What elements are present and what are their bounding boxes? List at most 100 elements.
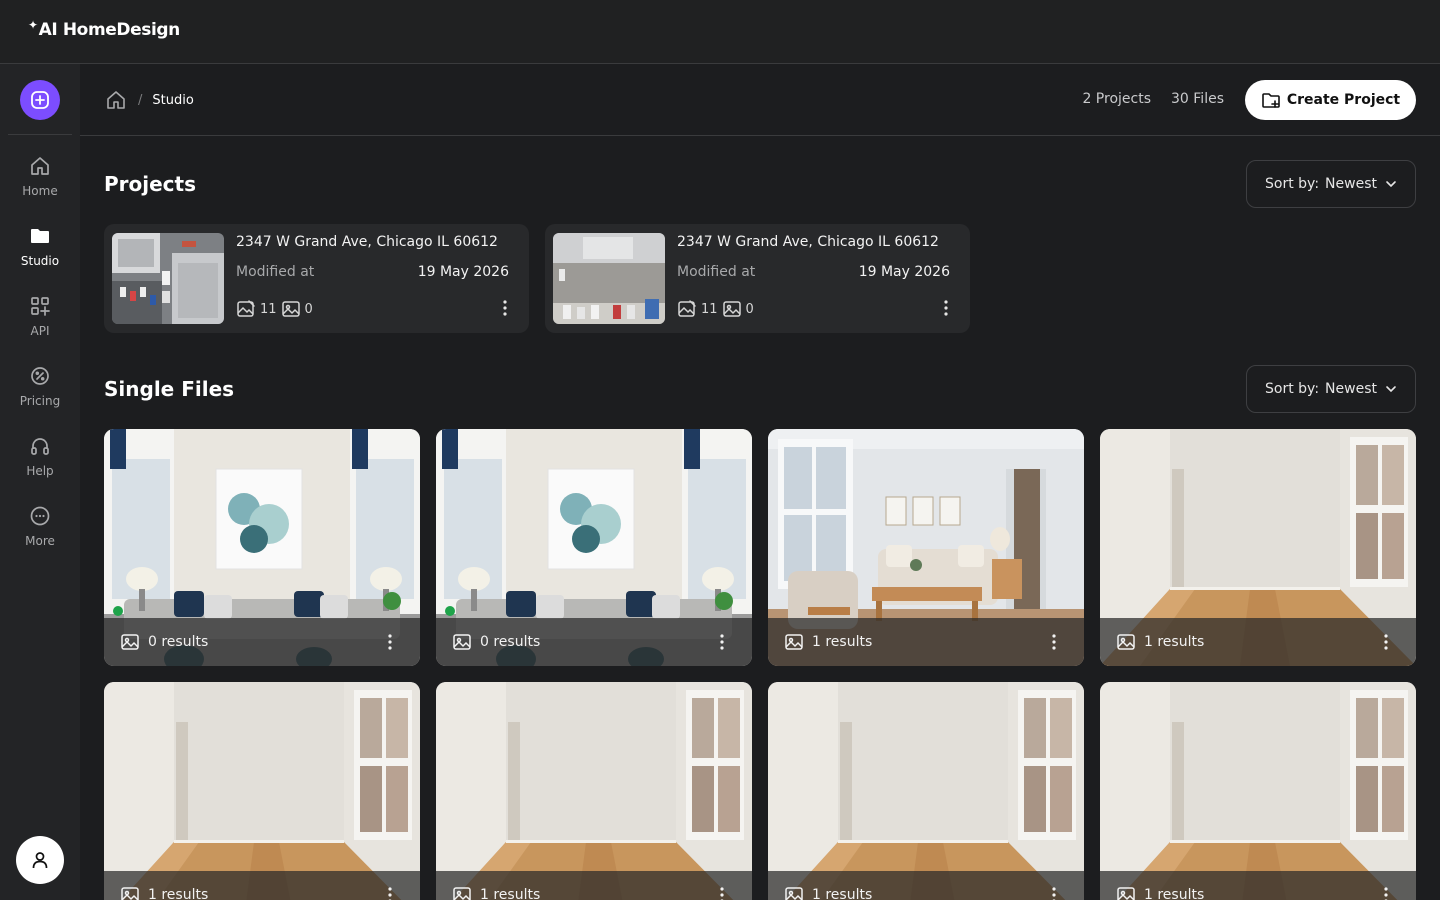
plus-circle-icon [31, 91, 49, 109]
sidebar-item-help[interactable]: Help [0, 434, 80, 494]
projects-title: Projects [104, 172, 197, 196]
file-options-icon[interactable] [1376, 630, 1396, 654]
file-info-bar: 1 results [768, 618, 1084, 666]
project-card[interactable]: 2347 W Grand Ave, Chicago IL 60612 Modif… [545, 224, 970, 333]
home-icon [28, 154, 52, 178]
grid-plus-icon [28, 294, 52, 318]
image-icon [784, 632, 804, 652]
breadcrumb-home-icon[interactable] [104, 88, 128, 112]
project-stats: 11 0 [677, 299, 758, 319]
sidebar-item-label: Studio [20, 254, 60, 268]
file-card[interactable]: 0 results [104, 429, 420, 666]
user-avatar-button[interactable] [16, 836, 64, 884]
image-icon [452, 632, 472, 652]
images-count: 0 [304, 301, 313, 317]
image-icon [722, 301, 741, 317]
results-count: 1 results [480, 887, 541, 900]
chevron-down-icon [1386, 181, 1396, 188]
file-card[interactable]: 0 results [436, 429, 752, 666]
edits-count: 11 [701, 301, 718, 317]
file-thumbnail [104, 682, 420, 900]
project-address: 2347 W Grand Ave, Chicago IL 60612 [677, 234, 939, 250]
results-count: 1 results [1144, 887, 1205, 900]
project-address: 2347 W Grand Ave, Chicago IL 60612 [236, 234, 498, 250]
project-thumbnail [112, 233, 224, 324]
brand-name: AI HomeDesign [38, 20, 181, 40]
sidebar-item-label: API [30, 324, 50, 338]
file-info-bar: 1 results [436, 871, 752, 900]
files-sort-dropdown[interactable]: Sort by: Newest [1246, 365, 1416, 413]
sidebar-divider [8, 134, 72, 135]
sparkle-icon: ✦ [28, 18, 38, 32]
folder-icon [28, 224, 52, 248]
file-info-bar: 0 results [436, 618, 752, 666]
file-card[interactable]: 1 results [104, 682, 420, 900]
file-card[interactable]: 1 results [768, 429, 1084, 666]
headphones-icon [28, 434, 52, 458]
results-count: 0 results [480, 634, 541, 650]
create-project-label: Create Project [1286, 92, 1401, 108]
file-info-bar: 1 results [1100, 871, 1416, 900]
sidebar-item-more[interactable]: More [0, 504, 80, 564]
file-card[interactable]: 1 results [1100, 429, 1416, 666]
breadcrumb-separator: / [138, 92, 143, 108]
sort-value: Newest [1325, 381, 1377, 397]
sidebar-item-studio[interactable]: Studio [0, 224, 80, 284]
sort-value: Newest [1325, 176, 1377, 192]
project-options-icon[interactable] [495, 296, 515, 320]
sidebar: Home Studio API Pricing Help More [0, 64, 80, 900]
file-card[interactable]: 1 results [436, 682, 752, 900]
brand-logo[interactable]: ✦ AI HomeDesign [28, 18, 181, 40]
file-options-icon[interactable] [380, 883, 400, 900]
file-info-bar: 1 results [104, 871, 420, 900]
modified-date: 19 May 2026 [858, 264, 950, 280]
file-options-icon[interactable] [1044, 883, 1064, 900]
dots-circle-icon [28, 504, 52, 528]
image-icon [452, 885, 472, 900]
sort-label: Sort by: [1265, 176, 1320, 192]
image-edit-icon [678, 300, 696, 317]
sidebar-item-home[interactable]: Home [0, 154, 80, 214]
edits-count: 11 [260, 301, 277, 317]
file-options-icon[interactable] [1044, 630, 1064, 654]
file-options-icon[interactable] [712, 630, 732, 654]
image-icon [784, 885, 804, 900]
image-edit-icon [237, 300, 255, 317]
modified-label: Modified at [236, 264, 315, 280]
results-count: 0 results [148, 634, 209, 650]
images-count: 0 [745, 301, 754, 317]
user-icon [32, 852, 48, 869]
single-files-title: Single Files [104, 377, 235, 401]
modified-date: 19 May 2026 [417, 264, 509, 280]
file-options-icon[interactable] [712, 883, 732, 900]
new-design-button[interactable] [20, 80, 60, 120]
file-options-icon[interactable] [1376, 883, 1396, 900]
sidebar-item-label: Pricing [19, 394, 61, 408]
create-project-button[interactable]: Create Project [1245, 80, 1416, 120]
file-info-bar: 1 results [768, 871, 1084, 900]
image-icon [281, 301, 300, 317]
projects-count: 2 Projects [1082, 91, 1151, 107]
file-options-icon[interactable] [380, 630, 400, 654]
sidebar-item-label: Home [22, 184, 58, 198]
image-icon [1116, 632, 1136, 652]
projects-sort-dropdown[interactable]: Sort by: Newest [1246, 160, 1416, 208]
top-bar: ✦ AI HomeDesign [0, 0, 1440, 64]
file-info-bar: 0 results [104, 618, 420, 666]
sidebar-item-api[interactable]: API [0, 294, 80, 354]
sidebar-item-pricing[interactable]: Pricing [0, 364, 80, 424]
sidebar-item-label: Help [26, 464, 54, 478]
file-thumbnail [768, 682, 1084, 900]
modified-label: Modified at [677, 264, 756, 280]
project-card[interactable]: 2347 W Grand Ave, Chicago IL 60612 Modif… [104, 224, 529, 333]
results-count: 1 results [148, 887, 209, 900]
project-stats: 11 0 [236, 299, 317, 319]
file-card[interactable]: 1 results [768, 682, 1084, 900]
sidebar-item-label: More [25, 534, 55, 548]
summary-counts: 2 Projects 30 Files [1082, 91, 1224, 107]
project-options-icon[interactable] [936, 296, 956, 320]
image-icon [1116, 885, 1136, 900]
project-thumbnail [553, 233, 665, 324]
file-thumbnail [436, 682, 752, 900]
file-card[interactable]: 1 results [1100, 682, 1416, 900]
